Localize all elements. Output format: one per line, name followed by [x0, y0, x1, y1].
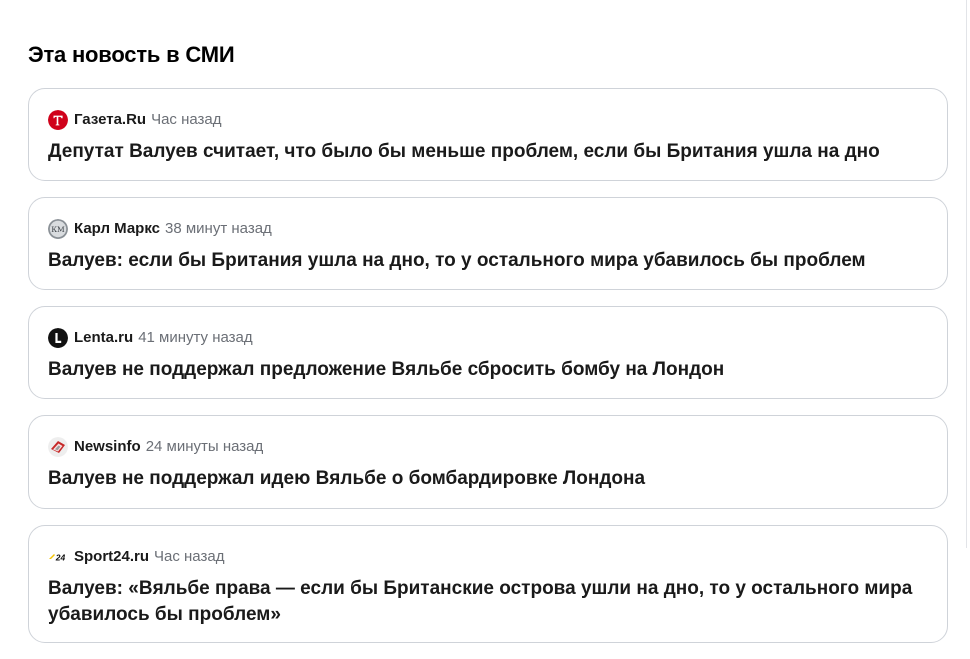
news-card[interactable]: 24 Sport24.ru Час назад Валуев: «Вяльбе … [28, 525, 948, 643]
news-list: Газета.Ru Час назад Депутат Валуев счита… [28, 88, 948, 659]
svg-text:24: 24 [55, 553, 66, 563]
section-title: Эта новость в СМИ [28, 42, 235, 67]
karl-marx-logo-icon: КМ [48, 219, 68, 239]
source-name[interactable]: Newsinfo [74, 437, 141, 457]
news-headline[interactable]: Валуев: «Вяльбе права — если бы Британск… [48, 576, 928, 628]
news-meta: Lenta.ru 41 минуту назад [48, 328, 928, 348]
sport24-logo-icon: 24 [48, 547, 68, 567]
source-name[interactable]: Lenta.ru [74, 328, 133, 348]
news-headline[interactable]: Валуев: если бы Британия ушла на дно, то… [48, 248, 928, 274]
news-card[interactable]: Lenta.ru 41 минуту назад Валуев не подде… [28, 306, 948, 399]
publish-time: 41 минуту назад [138, 329, 253, 346]
news-headline[interactable]: Депутат Валуев считает, что было бы мень… [48, 139, 928, 165]
news-card[interactable]: Newsinfo 24 минуты назад Валуев не подде… [28, 415, 948, 509]
scrollbar-track[interactable] [966, 0, 967, 548]
source-name[interactable]: Sport24.ru [74, 547, 149, 567]
publish-time: 24 минуты назад [145, 438, 264, 455]
news-meta: Газета.Ru Час назад [48, 110, 928, 130]
svg-text:КМ: КМ [51, 225, 65, 234]
lenta-logo-icon [48, 328, 68, 348]
source-name[interactable]: Газета.Ru [74, 110, 146, 130]
news-headline[interactable]: Валуев не поддержал предложение Вяльбе с… [48, 357, 928, 383]
news-meta: Newsinfo 24 минуты назад [48, 437, 928, 457]
news-meta: 24 Sport24.ru Час назад [48, 547, 928, 567]
newsinfo-logo-icon [48, 437, 68, 457]
news-card[interactable]: КМ Карл Маркс 38 минут назад Валуев: есл… [28, 197, 948, 290]
publish-time: Час назад [154, 548, 225, 565]
news-meta: КМ Карл Маркс 38 минут назад [48, 219, 928, 239]
gazeta-logo-icon [48, 110, 68, 130]
news-headline[interactable]: Валуев не поддержал идею Вяльбе о бомбар… [48, 466, 928, 492]
source-name[interactable]: Карл Маркс [74, 219, 160, 239]
publish-time: 38 минут назад [165, 220, 272, 237]
news-card[interactable]: Газета.Ru Час назад Депутат Валуев счита… [28, 88, 948, 181]
publish-time: Час назад [151, 111, 222, 128]
